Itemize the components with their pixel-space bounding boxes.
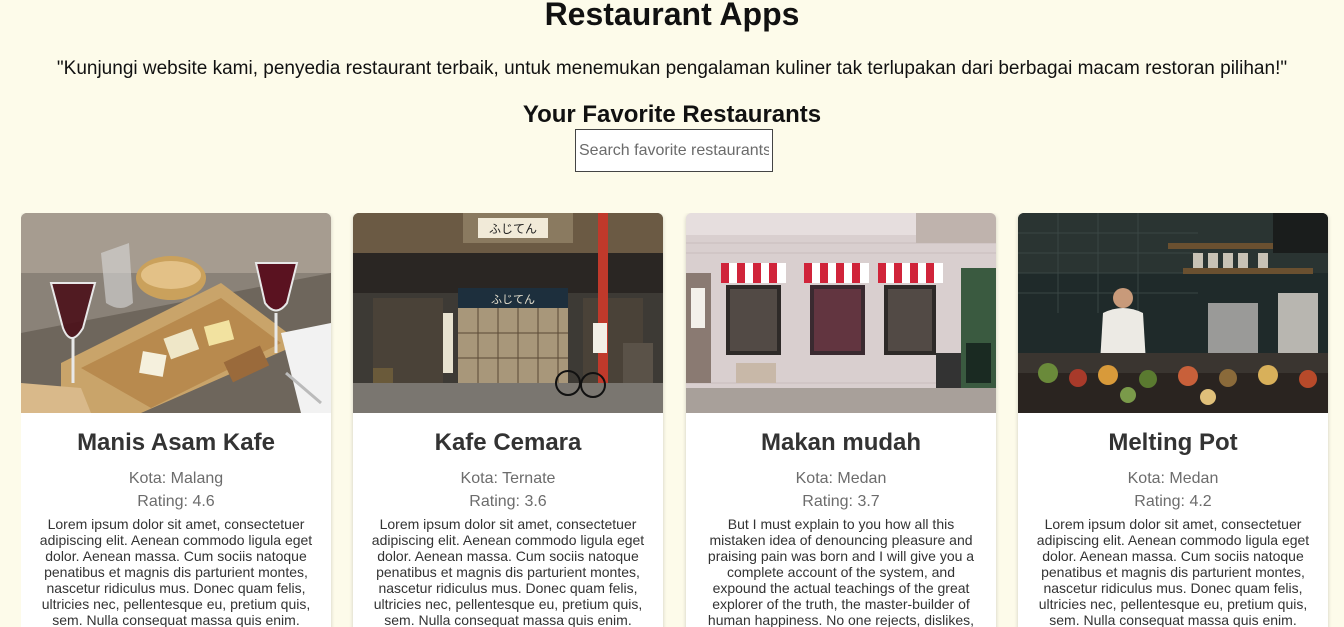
restaurant-name[interactable]: Kafe Cemara [353, 428, 663, 458]
striped-awning-cafe-photo [686, 213, 996, 413]
restaurant-city: Kota: Ternate [460, 470, 556, 487]
restaurant-name[interactable]: Manis Asam Kafe [21, 428, 331, 458]
restaurant-description: Lorem ipsum dolor sit amet, consectetuer… [39, 516, 313, 627]
restaurant-city: Kota: Malang [128, 470, 224, 487]
app-title: Restaurant Apps [544, 0, 800, 32]
restaurant-card[interactable]: Manis Asam Kafe Kota: Malang Rating: 4.6… [21, 213, 331, 627]
restaurant-card[interactable]: Melting Pot Kota: Medan Rating: 4.2 Lore… [1018, 213, 1328, 627]
japanese-storefront-photo: ふじてん ふじてん [353, 213, 663, 413]
restaurant-rating: Rating: 4.2 [1134, 493, 1212, 510]
restaurant-description: Lorem ipsum dolor sit amet, consectetuer… [371, 516, 645, 627]
svg-text:ふじてん: ふじてん [491, 293, 535, 306]
restaurant-rating: Rating: 3.6 [469, 493, 547, 510]
restaurant-description: Lorem ipsum dolor sit amet, consectetuer… [1036, 516, 1310, 627]
search-input[interactable] [575, 129, 773, 172]
favorites-heading: Your Favorite Restaurants [522, 101, 822, 128]
restaurant-city: Kota: Medan [1127, 470, 1219, 487]
open-kitchen-chef-photo [1018, 213, 1328, 413]
wine-cheese-photo [21, 213, 331, 413]
restaurant-city: Kota: Medan [795, 470, 887, 487]
restaurant-name[interactable]: Melting Pot [1018, 428, 1328, 458]
restaurant-rating: Rating: 4.6 [137, 493, 215, 510]
restaurant-card[interactable]: ふじてん ふじてん Kafe Cemara Kota: Ternate Rati… [353, 213, 663, 627]
restaurant-list: Manis Asam Kafe Kota: Malang Rating: 4.6… [21, 213, 1341, 627]
restaurant-card[interactable]: Makan mudah Kota: Medan Rating: 3.7 But … [686, 213, 996, 627]
restaurant-rating: Rating: 3.7 [802, 493, 880, 510]
restaurant-description: But I must explain to you how all this m… [707, 516, 975, 627]
restaurant-name[interactable]: Makan mudah [686, 428, 996, 458]
tagline: "Kunjungi website kami, penyedia restaur… [56, 58, 1288, 79]
svg-text:ふじてん: ふじてん [489, 222, 537, 236]
